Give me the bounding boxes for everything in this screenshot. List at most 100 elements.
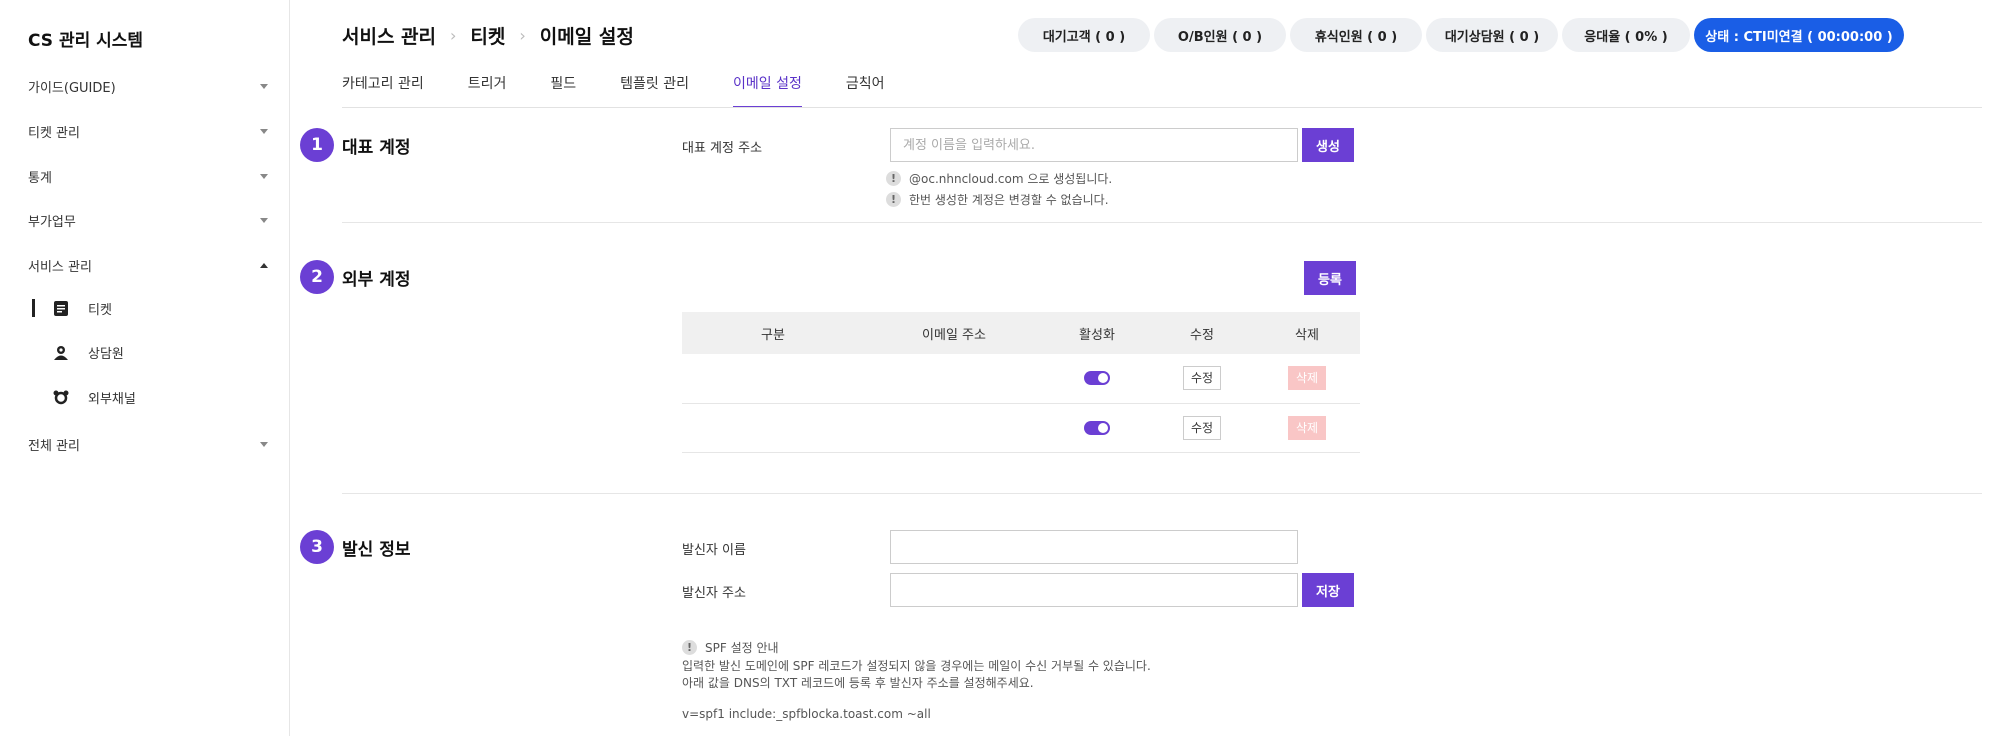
step-number: 2	[300, 260, 334, 294]
chevron-up-icon	[260, 262, 268, 268]
sidebar-subitem-external-channel[interactable]: 외부채널	[52, 384, 136, 410]
tab-email-settings[interactable]: 이메일 설정	[733, 72, 802, 108]
sender-address-input[interactable]	[890, 573, 1298, 607]
chevron-down-icon	[260, 441, 268, 447]
section-divider	[342, 222, 1982, 223]
sidebar-item-label: 서비스 관리	[28, 259, 92, 275]
account-name-input[interactable]	[890, 128, 1298, 162]
exclamation-icon: !	[886, 192, 901, 207]
tab-category[interactable]: 카테고리 관리	[342, 72, 424, 108]
stat-response-rate: 응대율 ( 0% )	[1562, 18, 1690, 52]
chevron-right-icon: ›	[450, 26, 457, 45]
cti-status-badge[interactable]: 상태 : CTI미연결 ( 00:00:00 )	[1694, 18, 1904, 52]
sidebar-subitem-agent[interactable]: 상담원	[52, 339, 124, 365]
sidebar-item-label: 티켓 관리	[28, 125, 80, 141]
section-divider	[342, 493, 1982, 494]
delete-cell: 삭제	[1254, 403, 1360, 453]
tab-field[interactable]: 필드	[550, 72, 576, 108]
sidebar-subitem-label: 외부채널	[88, 391, 136, 407]
tabs-divider	[342, 107, 1982, 108]
breadcrumb-item[interactable]: 서비스 관리	[342, 22, 436, 49]
stat-ob-staff: O/B인원 ( 0 )	[1154, 18, 1286, 52]
sender-name-input[interactable]	[890, 530, 1298, 564]
create-button[interactable]: 생성	[1302, 128, 1354, 162]
stat-waiting-customers: 대기고객 ( 0 )	[1018, 18, 1150, 52]
external-accounts-table: 구분 이메일 주소 활성화 수정 삭제 수정 삭제 수정 삭제	[682, 312, 1360, 453]
stat-resting-staff: 휴식인원 ( 0 )	[1290, 18, 1422, 52]
edit-button[interactable]: 수정	[1182, 366, 1222, 391]
breadcrumb: 서비스 관리 › 티켓 › 이메일 설정	[342, 22, 634, 49]
tab-template[interactable]: 템플릿 관리	[620, 72, 689, 108]
note-text: 한번 생성한 계정은 변경할 수 없습니다.	[909, 193, 1109, 207]
edit-cell: 수정	[1150, 354, 1254, 404]
app-root: CS 관리 시스템 가이드(GUIDE) 티켓 관리 통계 부가업무 서비스 관…	[0, 0, 2000, 736]
field-label: 대표 계정 주소	[682, 141, 763, 156]
sidebar-subitem-label: 상담원	[88, 346, 124, 362]
tab-banned-words[interactable]: 금칙어	[846, 72, 885, 108]
note-item: ! @oc.nhncloud.com 으로 생성됩니다.	[886, 170, 1112, 187]
chevron-down-icon	[260, 128, 268, 134]
type-cell	[682, 354, 864, 404]
column-header: 이메일 주소	[864, 312, 1044, 354]
sidebar-subitem-label: 티켓	[88, 302, 112, 318]
column-header: 수정	[1150, 312, 1254, 354]
spf-guide-title: ! SPF 설정 안내	[682, 639, 779, 656]
sidebar: CS 관리 시스템 가이드(GUIDE) 티켓 관리 통계 부가업무 서비스 관…	[0, 0, 290, 736]
external-channel-icon	[52, 388, 70, 406]
spf-title-text: SPF 설정 안내	[705, 641, 779, 655]
note-text: @oc.nhncloud.com 으로 생성됩니다.	[909, 172, 1113, 186]
chevron-down-icon	[260, 173, 268, 179]
chevron-down-icon	[260, 217, 268, 223]
sidebar-item-label: 통계	[28, 170, 52, 186]
sender-address-label: 발신자 주소	[682, 586, 746, 601]
document-icon	[52, 299, 70, 317]
register-button[interactable]: 등록	[1304, 261, 1356, 295]
spf-description-1: 입력한 발신 도메인에 SPF 레코드가 설정되지 않을 경우에는 메일이 수신…	[682, 659, 1151, 673]
column-header: 삭제	[1254, 312, 1360, 354]
save-button[interactable]: 저장	[1302, 573, 1354, 607]
exclamation-icon: !	[682, 640, 697, 655]
exclamation-icon: !	[886, 171, 901, 186]
tab-bar: 카테고리 관리 트리거 필드 템플릿 관리 이메일 설정 금칙어	[342, 72, 929, 108]
delete-button[interactable]: 삭제	[1287, 415, 1327, 440]
step-number: 3	[300, 530, 334, 564]
step-number: 1	[300, 128, 334, 162]
agent-icon	[52, 343, 70, 361]
spf-description-2: 아래 값을 DNS의 TXT 레코드에 등록 후 발신자 주소를 설정해주세요.	[682, 676, 1034, 690]
edit-cell: 수정	[1150, 403, 1254, 453]
sidebar-item-additional-work[interactable]: 부가업무	[28, 208, 268, 232]
stat-waiting-agents: 대기상담원 ( 0 )	[1426, 18, 1558, 52]
sidebar-item-guide[interactable]: 가이드(GUIDE)	[28, 74, 268, 98]
sidebar-item-service-management[interactable]: 서비스 관리	[28, 253, 268, 277]
type-cell	[682, 403, 864, 453]
delete-button[interactable]: 삭제	[1287, 366, 1327, 391]
sidebar-item-label: 가이드(GUIDE)	[28, 80, 116, 96]
table-header-row: 구분 이메일 주소 활성화 수정 삭제	[682, 312, 1360, 354]
section-title: 발신 정보	[342, 540, 411, 560]
spf-record-value: v=spf1 include:_spfblocka.toast.com ~all	[682, 707, 931, 721]
enabled-toggle[interactable]	[1084, 420, 1110, 435]
column-header: 구분	[682, 312, 864, 354]
sidebar-item-label: 부가업무	[28, 214, 76, 230]
enabled-cell	[1044, 403, 1150, 453]
edit-button[interactable]: 수정	[1182, 415, 1222, 440]
sidebar-subitem-ticket[interactable]: 티켓	[52, 295, 112, 321]
enabled-toggle[interactable]	[1084, 371, 1110, 386]
delete-cell: 삭제	[1254, 354, 1360, 404]
sidebar-item-ticket-management[interactable]: 티켓 관리	[28, 119, 268, 143]
note-item: ! 한번 생성한 계정은 변경할 수 없습니다.	[886, 191, 1109, 208]
enabled-cell	[1044, 354, 1150, 404]
breadcrumb-item[interactable]: 티켓	[470, 22, 505, 49]
email-cell	[864, 403, 1044, 453]
tab-trigger[interactable]: 트리거	[468, 72, 507, 108]
sidebar-item-all-management[interactable]: 전체 관리	[28, 432, 268, 456]
chevron-down-icon	[260, 83, 268, 89]
chevron-right-icon: ›	[519, 26, 526, 45]
sidebar-item-statistics[interactable]: 통계	[28, 164, 268, 188]
sender-name-label: 발신자 이름	[682, 543, 746, 558]
section-title: 외부 계정	[342, 270, 411, 290]
sidebar-item-label: 전체 관리	[28, 438, 80, 454]
table-row: 수정 삭제	[682, 403, 1360, 453]
active-indicator	[32, 299, 35, 317]
email-cell	[864, 354, 1044, 404]
